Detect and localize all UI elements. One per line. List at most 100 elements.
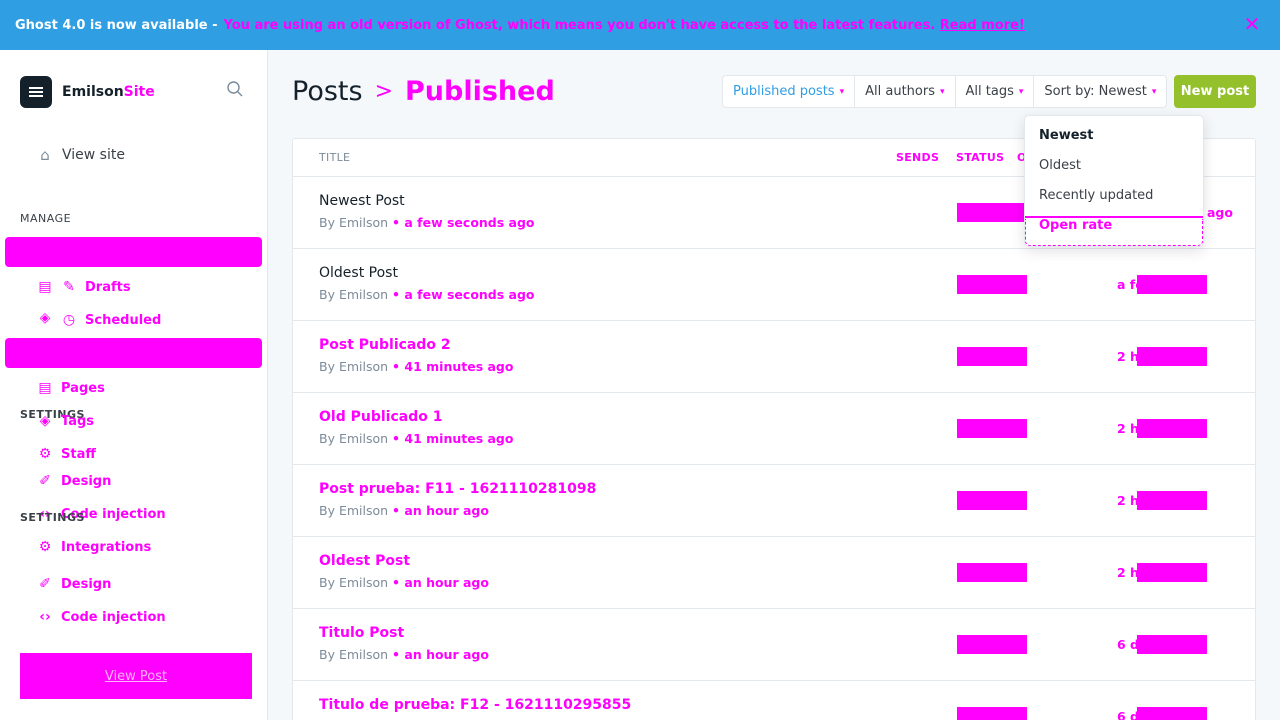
updated-marker	[1137, 275, 1207, 294]
view-post-button[interactable]: View Post	[20, 653, 252, 699]
post-author: By Emilson	[319, 287, 389, 302]
post-updated: 6 d	[1117, 709, 1139, 720]
table-row[interactable]: Post Publicado 2 By Emilson • 41 minutes …	[293, 321, 1255, 393]
updated-marker	[1137, 419, 1207, 438]
gear-icon: ⚙	[38, 446, 52, 462]
sort-option-oldest[interactable]: Oldest	[1039, 158, 1081, 173]
status-badge	[957, 635, 1027, 654]
sidebar-item-integrations-1[interactable]: ⚙ Integrations	[36, 538, 152, 556]
sidebar-item-tags[interactable]: ◈ Tags	[36, 412, 94, 430]
post-meta: By Emilson • an hour ago	[319, 503, 489, 518]
post-title: Oldest Post	[319, 265, 398, 281]
post-title: Old Publicado 1	[319, 409, 443, 425]
close-icon[interactable]: ✕	[1242, 14, 1262, 34]
sidebar-item-pages[interactable]: ▤ Pages	[36, 379, 104, 397]
post-meta: By Emilson • 41 minutes ago	[319, 431, 513, 446]
edit-icon: ✎	[63, 279, 75, 295]
filter-sort[interactable]: Sort by: Newest ▾	[1034, 76, 1166, 107]
sidebar-item-design-1[interactable]: ✐ Design	[36, 472, 111, 490]
post-title: Post Publicado 2	[319, 337, 451, 353]
clock-icon: ◷	[62, 312, 76, 328]
post-author: By Emilson	[319, 503, 389, 518]
sidebar-item-posts[interactable]	[5, 237, 262, 267]
post-title: Titulo Post	[319, 625, 405, 641]
status-badge	[957, 563, 1027, 582]
chevron-right-icon: >	[374, 79, 393, 104]
post-time: • 41 minutes ago	[392, 359, 514, 374]
site-name: EmilsonSite	[62, 84, 155, 100]
new-post-button[interactable]: New post	[1174, 75, 1256, 108]
table-row[interactable]: Post prueba: F11 - 1621110281098 By Emils…	[293, 465, 1255, 537]
column-status[interactable]: STATUS	[956, 151, 1004, 164]
chevron-down-icon: ▾	[939, 86, 945, 97]
sort-option-recently-updated[interactable]: Recently updated	[1039, 188, 1153, 203]
chevron-down-icon: ▾	[839, 86, 845, 97]
filter-type[interactable]: Published posts ▾	[723, 76, 856, 107]
table-row[interactable]: Titulo de prueba: F12 - 1621110295855By …	[293, 681, 1255, 720]
sidebar-item-tags-ghost: ◈	[36, 309, 61, 327]
status-badge	[957, 203, 1027, 222]
brush-icon: ✐	[39, 473, 51, 489]
post-meta: By Emilson • 41 minutes ago	[319, 359, 513, 374]
site-header[interactable]: EmilsonSite	[20, 76, 155, 108]
search-icon[interactable]	[226, 80, 250, 104]
status-badge	[957, 347, 1027, 366]
column-sends[interactable]: SENDS	[896, 151, 939, 164]
updated-marker	[1137, 707, 1207, 720]
column-title[interactable]: TITLE	[319, 151, 350, 164]
filter-author[interactable]: All authors ▾	[855, 76, 956, 107]
sort-option-newest[interactable]: Newest	[1039, 128, 1093, 143]
post-title: Post prueba: F11 - 1621110281098	[319, 481, 597, 497]
breadcrumb: Posts > Published	[292, 76, 555, 107]
table-row[interactable]: Old Publicado 1 By Emilson • 41 minutes a…	[293, 393, 1255, 465]
post-updated-tail: ago	[1207, 205, 1233, 220]
sidebar-item-published[interactable]	[5, 338, 262, 368]
post-author: By Emilson	[319, 359, 389, 374]
post-time: • a few seconds ago	[392, 287, 535, 302]
post-meta: By Emilson • an hour ago	[319, 575, 489, 590]
tag-icon: ◈	[39, 310, 51, 326]
post-author: By Emilson	[319, 575, 389, 590]
post-author: By Emilson	[319, 431, 389, 446]
sidebar-item-drafts[interactable]: ✎ Drafts	[60, 278, 130, 296]
home-icon: ⌂	[40, 146, 50, 164]
post-updated: 2 h	[1117, 349, 1139, 364]
table-row[interactable]: Oldest Post By Emilson • an hour ago 2 h	[293, 537, 1255, 609]
updated-marker	[1137, 491, 1207, 510]
post-time: • 41 minutes ago	[392, 431, 514, 446]
table-row[interactable]: Titulo Post By Emilson • an hour ago 6 d	[293, 609, 1255, 681]
breadcrumb-posts[interactable]: Posts	[292, 76, 363, 107]
sidebar-item-pages-ghost: ▤	[36, 278, 61, 296]
filter-tag[interactable]: All tags ▾	[956, 76, 1035, 107]
post-time: • an hour ago	[392, 647, 489, 662]
post-title: Titulo de prueba: F12 - 1621110295855	[319, 697, 632, 713]
sidebar: EmilsonSite ⌂ View site MANAGE ✎ Drafts …	[0, 50, 268, 720]
post-time: • a few seconds ago	[392, 215, 535, 230]
table-row[interactable]: Oldest Post By Emilson • a few seconds ag…	[293, 249, 1255, 321]
status-badge	[957, 419, 1027, 438]
post-updated: 2 h	[1117, 421, 1139, 436]
code-icon: ‹›	[39, 609, 51, 625]
sidebar-item-scheduled[interactable]: ◷ Scheduled	[60, 311, 161, 329]
post-title: Oldest Post	[319, 553, 411, 569]
tag-icon: ◈	[39, 413, 51, 429]
sidebar-item-view-site[interactable]: ⌂ View site	[36, 146, 125, 164]
post-title: Newest Post	[319, 193, 405, 209]
banner-title: Ghost 4.0 is now available -	[15, 17, 218, 33]
pages-icon: ▤	[38, 380, 52, 396]
post-meta: By Emilson • a few seconds ago	[319, 215, 535, 230]
post-updated: 2 h	[1117, 565, 1139, 580]
post-author: By Emilson	[319, 215, 389, 230]
sidebar-item-code-injection-2[interactable]: ‹› Code injection	[36, 608, 165, 626]
sidebar-item-staff[interactable]: ⚙ Staff	[36, 445, 96, 463]
updated-marker	[1137, 347, 1207, 366]
post-meta: By Emilson • an hour ago	[319, 647, 489, 662]
post-meta: By Emilson • a few seconds ago	[319, 287, 535, 302]
status-badge	[957, 491, 1027, 510]
status-badge	[957, 707, 1027, 720]
sidebar-item-design-2[interactable]: ✐ Design	[36, 575, 111, 593]
banner-read-more-link[interactable]: Read more!	[940, 18, 1025, 33]
sort-dropdown: Newest Oldest Recently updated Open rate	[1024, 115, 1204, 247]
pages-icon: ▤	[38, 279, 52, 295]
manage-section-label: MANAGE	[20, 212, 72, 225]
